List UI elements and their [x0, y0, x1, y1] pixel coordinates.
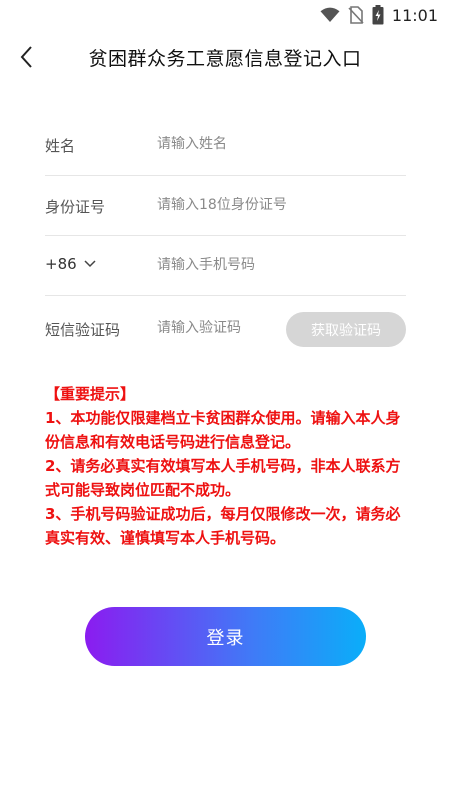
- sms-code-input[interactable]: [157, 320, 277, 336]
- registration-form: 姓名 身份证号 +86 短信验证码 获取验证码: [45, 115, 406, 362]
- phone-row: +86: [45, 236, 406, 296]
- login-button[interactable]: 登录: [85, 607, 366, 666]
- id-number-label: 身份证号: [45, 198, 106, 216]
- id-number-row: 身份证号: [45, 176, 406, 236]
- sms-code-label: 短信验证码: [45, 321, 121, 339]
- status-icons: 11:01: [320, 5, 438, 25]
- sms-code-row: 短信验证码 获取验证码: [45, 296, 406, 362]
- name-input[interactable]: [157, 136, 287, 152]
- id-number-input[interactable]: [157, 197, 397, 213]
- country-code-value: +86: [45, 255, 77, 273]
- wifi-icon: [320, 7, 340, 22]
- battery-charging-icon: [372, 5, 384, 25]
- notice-line: 3、手机号码验证成功后，每月仅限修改一次，请务必真实有效、谨慎填写本人手机号码。: [45, 505, 401, 547]
- status-bar: 11:01: [0, 0, 450, 32]
- chevron-down-icon: [84, 260, 96, 268]
- get-code-button[interactable]: 获取验证码: [286, 312, 406, 347]
- country-code-selector[interactable]: +86: [45, 255, 97, 273]
- status-time: 11:01: [391, 5, 438, 25]
- notice-line: 2、请务必真实有效填写本人手机号码，非本人联系方式可能导致岗位匹配不成功。: [45, 457, 401, 499]
- nav-bar: 贫困群众务工意愿信息登记入口: [0, 34, 450, 80]
- no-sim-icon: [348, 6, 364, 24]
- name-label: 姓名: [45, 137, 76, 155]
- phone-input[interactable]: [157, 257, 287, 273]
- notice-line: 1、本功能仅限建档立卡贫困群众使用。请输入本人身份信息和有效电话号码进行信息登记…: [45, 409, 401, 451]
- notice-heading: 【重要提示】: [45, 385, 136, 403]
- page-title: 贫困群众务工意愿信息登记入口: [88, 48, 362, 70]
- important-notice: 【重要提示】 1、本功能仅限建档立卡贫困群众使用。请输入本人身份信息和有效电话号…: [45, 382, 415, 550]
- name-row: 姓名: [45, 115, 406, 176]
